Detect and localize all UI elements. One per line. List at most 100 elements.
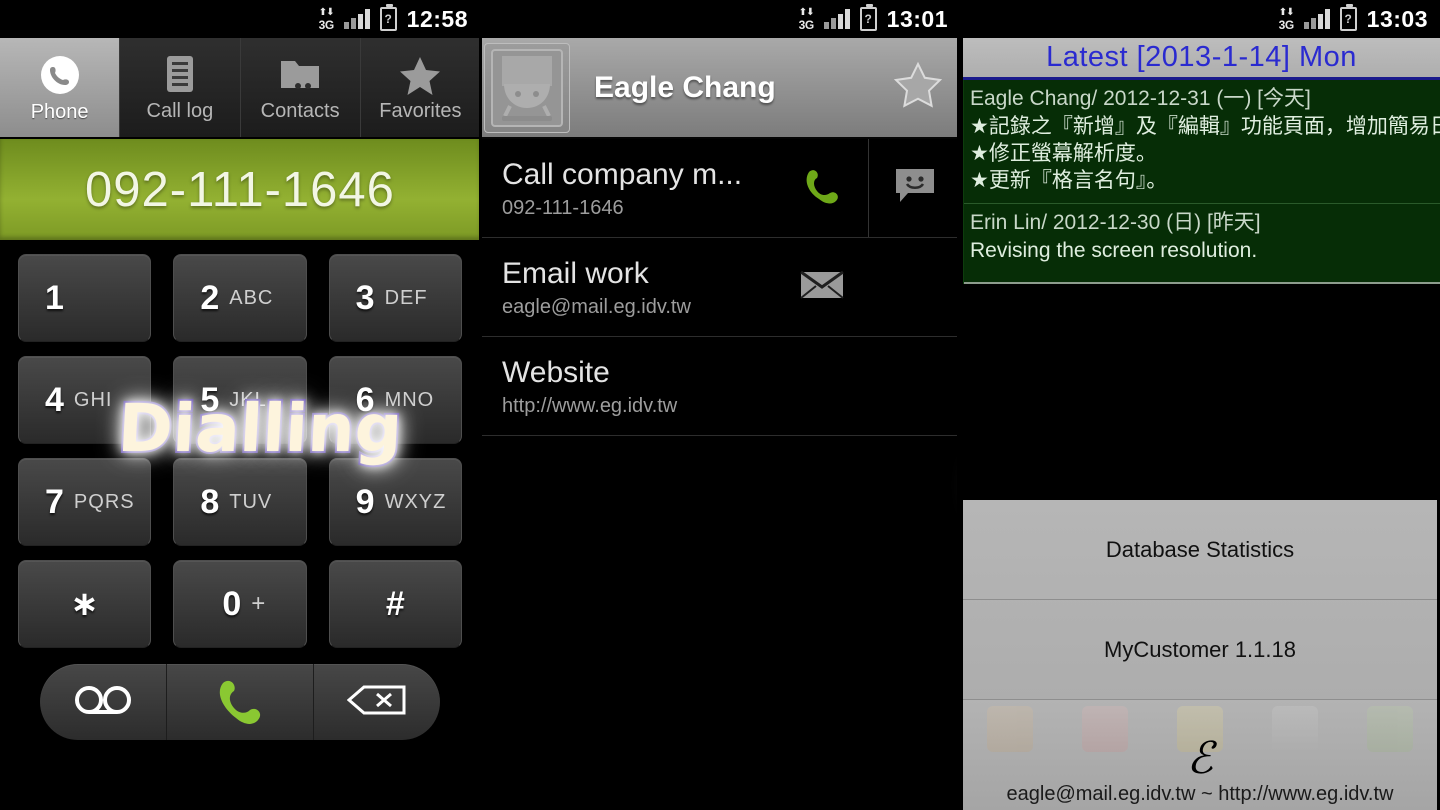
latest-header: Latest [2013-1-14] Mon — [963, 38, 1440, 80]
key-hash[interactable]: # — [328, 560, 462, 648]
three-phone-screenshots: ⬆⬇ 3G ? 12:58 Phone Call log Contacts Fa… — [0, 0, 1440, 810]
key-star[interactable]: ∗ — [18, 560, 152, 648]
contact-name: Eagle Chang — [594, 70, 776, 104]
note-line: Revising the screen resolution. — [970, 238, 1258, 262]
dialer-tab-bar: Phone Call log Contacts Favorites — [0, 38, 480, 139]
note-line: ★修正螢幕解析度。 — [970, 142, 1157, 166]
key-8[interactable]: 8 TUV — [173, 458, 307, 546]
key-2[interactable]: 2 ABC — [173, 254, 307, 342]
panel-divider-1 — [479, 0, 482, 810]
contact-row-phone[interactable]: Call company m... 092-111-1646 — [480, 139, 960, 238]
contact-detail-screen: ⬆⬇ 3G ? 13:01 Eagle Chang Call company m… — [480, 0, 960, 810]
key-6[interactable]: 6 MNO — [328, 356, 462, 444]
network-3g-icon: ⬆⬇ 3G — [798, 6, 815, 32]
key-7[interactable]: 7 PQRS — [18, 458, 152, 546]
key-5[interactable]: 5 JKL — [173, 356, 307, 444]
contact-row-title: Call company m... — [502, 157, 743, 191]
tab-contacts-label: Contacts — [260, 99, 340, 122]
phone-icon — [37, 52, 83, 98]
contact-row-title: Email work — [502, 256, 649, 290]
call-action-bar-wrap — [0, 664, 480, 740]
tab-phone[interactable]: Phone — [0, 38, 121, 137]
row-call-button[interactable] — [776, 139, 868, 237]
status-clock-right: 13:03 — [1366, 5, 1428, 32]
dialer-screen: ⬆⬇ 3G ? 12:58 Phone Call log Contacts Fa… — [0, 0, 480, 810]
key-1[interactable]: 1 — [18, 254, 152, 342]
menu-item-label: MyCustomer 1.1.18 — [1104, 636, 1296, 662]
contact-row-text: Website http://www.eg.idv.tw — [480, 337, 776, 435]
star-outline-icon — [893, 61, 943, 114]
dialed-number: 092-111-1646 — [85, 162, 395, 217]
contact-row-text: Call company m... 092-111-1646 — [480, 139, 776, 237]
contact-row-subtitle: http://www.eg.idv.tw — [502, 395, 678, 418]
list-icon — [160, 53, 200, 97]
tab-favorites-label: Favorites — [379, 99, 462, 122]
menu-item-label: Database Statistics — [1105, 536, 1295, 562]
key-9[interactable]: 9 WXYZ — [328, 458, 462, 546]
network-3g-icon: ⬆⬇ 3G — [318, 6, 335, 32]
status-bar-right: ⬆⬇ 3G ? 13:03 — [960, 0, 1440, 38]
menu-key-screen: ⬆⬇ 3G ? 13:03 Latest [2013-1-14] Mon Eag… — [960, 0, 1440, 810]
latest-header-label: Latest [2013-1-14] Mon — [1046, 41, 1357, 73]
tab-favorites[interactable]: Favorites — [360, 38, 480, 137]
note-item[interactable]: Eagle Chang/ 2012-12-31 (一) [今天] ★記錄之『新增… — [964, 80, 1440, 204]
battery-icon: ? — [859, 4, 877, 31]
tab-call-log[interactable]: Call log — [120, 38, 241, 137]
menu-item-database-statistics[interactable]: Database Statistics — [963, 500, 1437, 600]
dialed-number-display[interactable]: 092-111-1646 — [0, 139, 480, 240]
row-message-button[interactable] — [868, 139, 960, 237]
contact-placeholder-avatar[interactable] — [484, 42, 570, 133]
status-clock-left: 12:58 — [406, 5, 468, 32]
note-head: Eagle Chang/ 2012-12-31 (一) [今天] — [970, 87, 1311, 110]
backspace-button[interactable] — [314, 664, 440, 740]
status-clock-mid: 13:01 — [886, 5, 948, 32]
signal-strength-icon — [343, 9, 370, 29]
call-button[interactable] — [167, 664, 314, 740]
row-action-spacer — [776, 337, 868, 435]
signature-glyph: ℰ — [1186, 734, 1214, 783]
contact-header: Eagle Chang — [480, 38, 960, 139]
panel-divider-2 — [957, 0, 960, 810]
tab-phone-label: Phone — [30, 100, 89, 123]
status-bar-mid: ⬆⬇ 3G ? 13:01 — [480, 0, 960, 38]
row-email-button[interactable] — [776, 238, 868, 336]
dial-keypad: 1 2 ABC 3 DEF 4 GHI 5 JKL 6 MNO 7 PQRS 8… — [0, 240, 480, 648]
tab-call-log-label: Call log — [146, 99, 214, 122]
footer-contact-url: eagle@mail.eg.idv.tw ~ http://www.eg.idv… — [1006, 783, 1394, 805]
voicemail-button[interactable] — [40, 664, 168, 740]
favorite-toggle-button[interactable] — [890, 61, 946, 114]
note-line: ★更新『格言名句』。 — [970, 169, 1168, 193]
folder-icon — [276, 53, 324, 97]
battery-icon: ? — [1339, 4, 1357, 31]
contact-row-text: Email work eagle@mail.eg.idv.tw — [480, 238, 776, 336]
note-line: ★記錄之『新增』及『編輯』功能頁面，增加簡易日 — [970, 114, 1440, 138]
key-4[interactable]: 4 GHI — [18, 356, 152, 444]
signal-strength-icon — [1303, 9, 1330, 29]
call-action-bar — [40, 664, 440, 740]
contact-row-website[interactable]: Website http://www.eg.idv.tw — [480, 337, 960, 436]
contact-row-subtitle: eagle@mail.eg.idv.tw — [502, 296, 691, 319]
latest-notes-list: Eagle Chang/ 2012-12-31 (一) [今天] ★記錄之『新增… — [963, 80, 1440, 284]
row-action-spacer — [868, 337, 960, 435]
menu-item-app-version[interactable]: MyCustomer 1.1.18 — [963, 600, 1437, 700]
status-bar-left: ⬆⬇ 3G ? 12:58 — [0, 0, 480, 38]
message-icon — [892, 165, 938, 212]
call-icon — [799, 163, 845, 214]
note-head: Erin Lin/ 2012-12-30 (日) [昨天] — [970, 210, 1261, 234]
tab-contacts[interactable]: Contacts — [240, 38, 361, 137]
network-3g-icon: ⬆⬇ 3G — [1278, 6, 1295, 32]
contact-row-title: Website — [502, 355, 610, 389]
row-action-spacer — [868, 238, 960, 336]
options-menu-panel: Database Statistics MyCustomer 1.1.18 ℰ … — [963, 500, 1437, 810]
key-0[interactable]: 0 + — [173, 560, 307, 648]
contact-row-email[interactable]: Email work eagle@mail.eg.idv.tw — [480, 238, 960, 337]
phone-handset-icon — [209, 671, 271, 734]
note-item[interactable]: Erin Lin/ 2012-12-30 (日) [昨天] Revising t… — [964, 204, 1440, 284]
voicemail-icon — [72, 683, 134, 722]
signal-strength-icon — [823, 9, 850, 29]
menu-footer: ℰ eagle@mail.eg.idv.tw ~ http://www.eg.i… — [963, 700, 1437, 810]
key-3[interactable]: 3 DEF — [328, 254, 462, 342]
contact-row-subtitle: 092-111-1646 — [502, 197, 624, 220]
star-icon — [396, 53, 444, 97]
envelope-icon — [799, 269, 845, 306]
